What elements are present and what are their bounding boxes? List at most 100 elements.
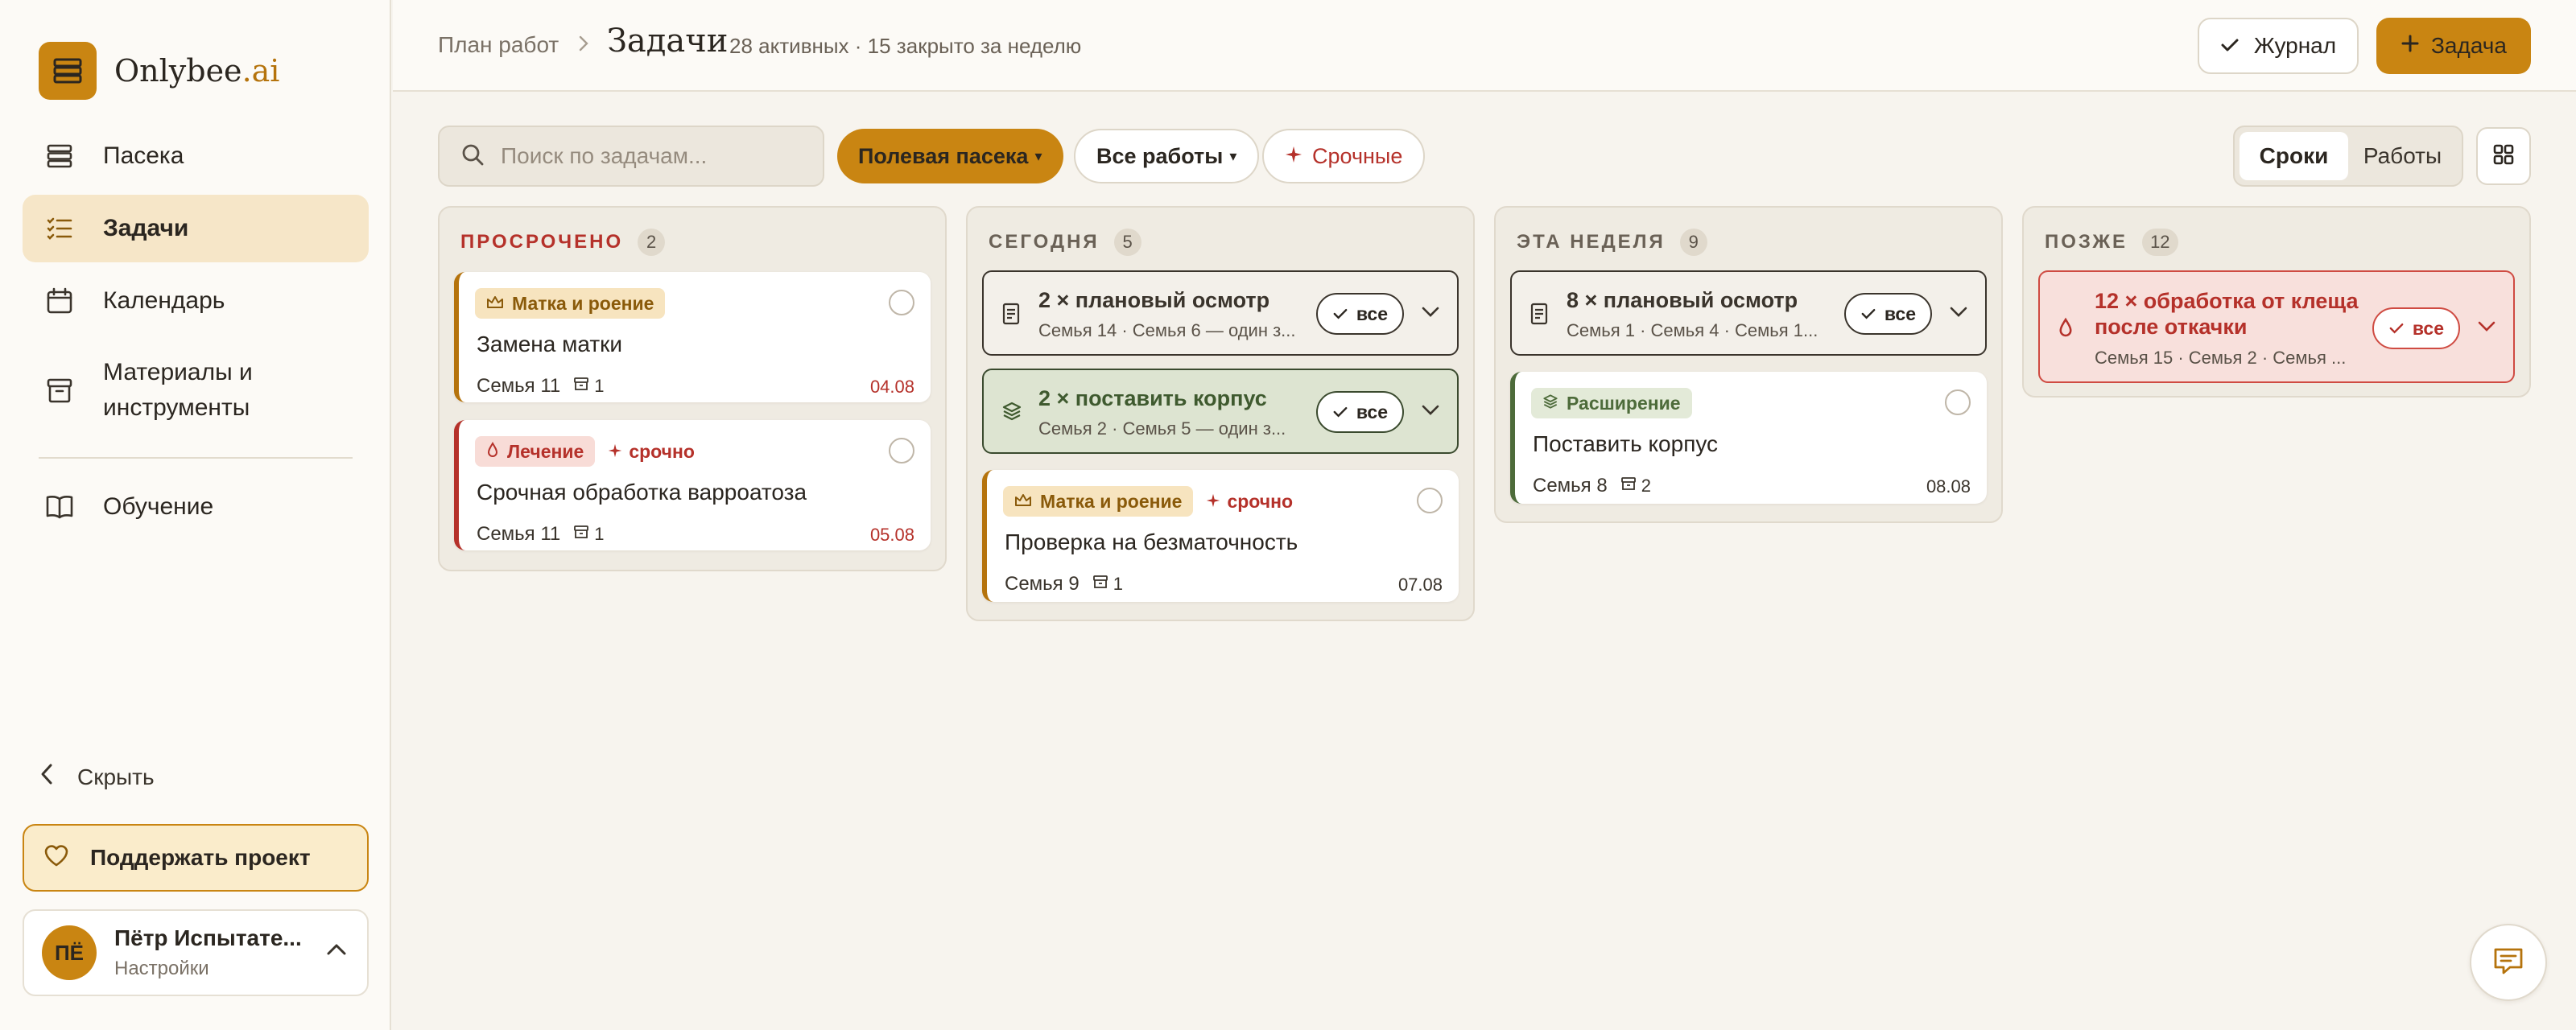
task-card[interactable]: Матка и роение Замена матки Семья 11 1 0…: [454, 272, 931, 402]
urgent-marker: срочно: [1206, 491, 1293, 513]
search-box[interactable]: [438, 126, 824, 187]
plus-icon: [2401, 33, 2420, 59]
chat-button[interactable]: [2470, 924, 2547, 1001]
avatar: ПЁ: [42, 925, 97, 980]
column-header: СЕГОДНЯ 5: [989, 229, 1141, 256]
sidebar-item-learning[interactable]: Обучение: [23, 473, 369, 541]
complete-all-button[interactable]: все: [1843, 293, 1932, 335]
breadcrumb-plan-link[interactable]: План работ: [438, 32, 559, 58]
task-group[interactable]: 12 × обработка от клеща после откачки Се…: [2038, 270, 2515, 383]
task-group[interactable]: 2 × поставить корпус Семья 2 · Семья 5 —…: [982, 369, 1459, 454]
check-icon: [2388, 318, 2405, 340]
sidebar-item-materials[interactable]: Материалы и инструменты: [23, 346, 369, 435]
complete-checkbox[interactable]: [1945, 389, 1971, 415]
task-card[interactable]: Матка и роение срочно Проверка на безмат…: [982, 470, 1459, 602]
caret-down-icon: ▾: [1229, 147, 1237, 164]
sidebar-item-label: Задачи: [103, 215, 189, 241]
task-title: Поставить корпус: [1533, 431, 1719, 456]
apiary-filter-label: Полевая пасека: [858, 143, 1029, 168]
due-date: 08.08: [1926, 476, 1971, 496]
column-this-week: ЭТА НЕДЕЛЯ 9 8 × плановый осмотр Семья 1…: [1494, 206, 2003, 523]
layers-icon: [1001, 401, 1022, 426]
hive-box-icon: [573, 524, 589, 545]
check-icon: [2220, 33, 2240, 59]
column-today: СЕГОДНЯ 5 2 × плановый осмотр Семья 14 ·…: [966, 206, 1475, 621]
task-card[interactable]: Лечение срочно Срочная обработка варроат…: [454, 420, 931, 550]
task-summary: 28 активных · 15 закрыто за неделю: [729, 34, 1082, 58]
user-name: Пётр Испытате...: [114, 925, 302, 950]
family-label: Семья 11: [477, 523, 561, 545]
view-switch: Сроки Работы: [2233, 126, 2463, 187]
task-card[interactable]: Расширение Поставить корпус Семья 8 2 08…: [1510, 372, 1987, 504]
family-label: Семья 11: [477, 375, 561, 397]
collapse-sidebar-button[interactable]: Скрыть: [39, 763, 155, 791]
hive-box-icon: [1620, 476, 1637, 496]
complete-all-button[interactable]: все: [2372, 307, 2460, 349]
sidebar-item-label: Календарь: [103, 287, 225, 314]
works-filter-dropdown[interactable]: Все работы ▾: [1074, 129, 1260, 183]
complete-all-button[interactable]: все: [1315, 293, 1404, 335]
expand-chevron-icon[interactable]: [1420, 304, 1441, 323]
due-date: 05.08: [869, 525, 914, 545]
sparkle-icon: [1285, 144, 1302, 169]
check-icon: [1332, 402, 1348, 423]
group-families: Семья 1 · Семья 4 · Семья 1...: [1567, 320, 1818, 340]
urgent-marker: срочно: [608, 441, 695, 463]
hive-logo-icon: [39, 42, 97, 100]
user-menu[interactable]: ПЁ Пётр Испытате... Настройки: [23, 909, 369, 996]
column-title: ЭТА НЕДЕЛЯ: [1517, 231, 1666, 253]
grid-view-button[interactable]: [2476, 127, 2531, 185]
journal-label: Журнал: [2253, 33, 2337, 58]
support-label: Поддержать проект: [90, 845, 311, 870]
support-project-button[interactable]: Поддержать проект: [23, 824, 369, 892]
sidebar-item-calendar[interactable]: Календарь: [23, 267, 369, 335]
complete-checkbox[interactable]: [889, 438, 914, 464]
search-input[interactable]: [501, 143, 807, 169]
journal-button[interactable]: Журнал: [2198, 18, 2359, 74]
hive-count: 1: [594, 524, 605, 544]
hive-count: 2: [1641, 476, 1651, 496]
task-group[interactable]: 2 × плановый осмотр Семья 14 · Семья 6 —…: [982, 270, 1459, 356]
complete-all-button[interactable]: все: [1315, 391, 1404, 433]
sparkle-icon: [1206, 491, 1220, 513]
breadcrumb: План работ: [438, 32, 609, 58]
view-option-deadlines[interactable]: Сроки: [2240, 132, 2348, 180]
group-title: 2 × плановый осмотр: [1038, 288, 1270, 312]
view-option-works[interactable]: Работы: [2348, 132, 2457, 180]
due-date: 04.08: [869, 377, 914, 397]
layers-icon: [1542, 393, 1558, 414]
category-tag: Матка и роение: [475, 288, 666, 319]
column-header: ПОЗЖЕ 12: [2045, 229, 2178, 256]
document-icon: [1001, 303, 1021, 329]
urgent-filter-label: Срочные: [1312, 143, 1403, 168]
user-settings-link: Настройки: [114, 958, 209, 979]
urgent-filter-toggle[interactable]: Срочные: [1262, 129, 1426, 183]
expand-chevron-icon[interactable]: [1420, 402, 1441, 421]
complete-checkbox[interactable]: [1417, 488, 1443, 513]
apiary-filter-dropdown[interactable]: Полевая пасека ▾: [837, 129, 1063, 183]
complete-checkbox[interactable]: [889, 290, 914, 315]
group-families: Семья 15 · Семья 2 · Семья ...: [2095, 348, 2347, 368]
task-group[interactable]: 8 × плановый осмотр Семья 1 · Семья 4 · …: [1510, 270, 1987, 356]
task-title: Срочная обработка варроатоза: [477, 480, 807, 505]
check-icon: [1860, 303, 1876, 325]
add-task-button[interactable]: Задача: [2376, 18, 2531, 74]
sidebar: Onlybee.ai Пасека Задачи Календарь Матер…: [0, 0, 391, 1030]
sidebar-item-label: Материалы и инструменты: [103, 359, 253, 421]
group-title: 8 × плановый осмотр: [1567, 288, 1798, 312]
stack-icon: [43, 140, 76, 172]
group-families: Семья 14 · Семья 6 — один з...: [1038, 320, 1296, 340]
column-header: ПРОСРОЧЕНО 2: [460, 229, 666, 256]
crown-icon: [1014, 491, 1032, 513]
task-meta: Семья 9 1: [1005, 573, 1123, 595]
works-filter-label: Все работы: [1096, 143, 1224, 168]
column-title: ПРОСРОЧЕНО: [460, 231, 624, 253]
expand-chevron-icon[interactable]: [2476, 319, 2497, 337]
sidebar-item-apiary[interactable]: Пасека: [23, 122, 369, 190]
brand[interactable]: Onlybee.ai: [39, 42, 279, 100]
chevron-left-icon: [39, 763, 55, 791]
sidebar-item-tasks[interactable]: Задачи: [23, 195, 369, 262]
list-check-icon: [43, 212, 76, 245]
document-icon: [1530, 303, 1549, 329]
expand-chevron-icon[interactable]: [1948, 304, 1969, 323]
